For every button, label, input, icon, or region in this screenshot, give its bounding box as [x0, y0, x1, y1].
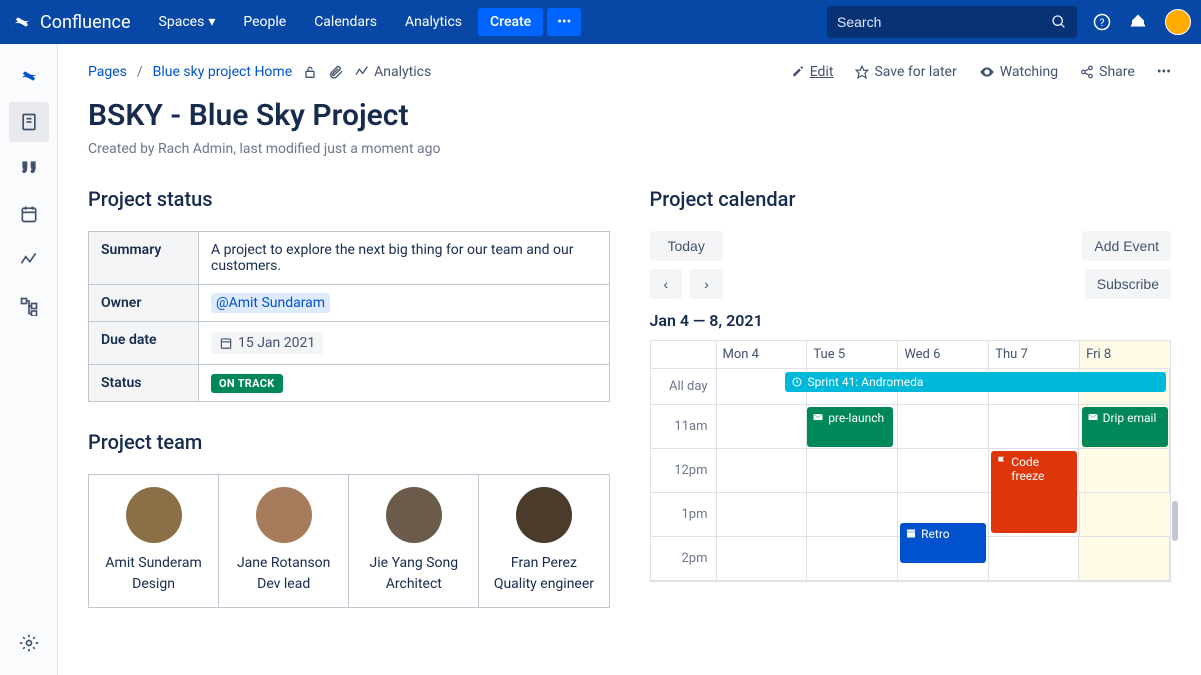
search-box[interactable]	[827, 6, 1077, 38]
due-date-chip[interactable]: 15 Jan 2021	[211, 332, 323, 354]
summary-value: A project to explore the next big thing …	[199, 232, 610, 285]
page-content: Pages / Blue sky project Home Analytics …	[58, 44, 1201, 675]
sidebar-settings[interactable]	[9, 623, 49, 663]
breadcrumb-parent[interactable]: Blue sky project Home	[153, 64, 292, 80]
right-column: Project calendar Today ‹ › Add Event Sub…	[650, 187, 1172, 608]
event-drip[interactable]: Drip email	[1082, 407, 1168, 447]
nav-more-button[interactable]: •••	[547, 8, 581, 36]
create-button[interactable]: Create	[478, 8, 543, 36]
sidebar-blog[interactable]	[9, 148, 49, 188]
search-input[interactable]	[837, 14, 1051, 30]
calendar-icon	[219, 336, 233, 350]
page-title: BSKY - Blue Sky Project	[88, 98, 1171, 133]
nav-people[interactable]: People	[231, 8, 298, 36]
calendar-controls: Today ‹ › Add Event Subscribe	[650, 231, 1172, 299]
prev-button[interactable]: ‹	[650, 269, 683, 299]
notifications-icon[interactable]	[1129, 13, 1147, 31]
sidebar-calendar[interactable]	[9, 194, 49, 234]
sidebar	[0, 44, 58, 675]
hour-label: 11am	[651, 405, 717, 448]
hour-label: 12pm	[651, 449, 717, 492]
sprint-icon	[791, 376, 803, 388]
sidebar-space-icon[interactable]	[9, 56, 49, 96]
help-icon[interactable]: ?	[1093, 13, 1111, 31]
team-card: Fran PerezQuality engineer	[479, 475, 608, 607]
brand-text: Confluence	[40, 12, 131, 33]
team-grid: Amit SunderamDesign Jane RotansonDev lea…	[88, 474, 610, 608]
nav-items: Spaces ▾ People Calendars Analytics Crea…	[147, 8, 582, 36]
confluence-logo-icon	[10, 10, 34, 34]
subscribe-button[interactable]: Subscribe	[1085, 269, 1171, 299]
share-button[interactable]: Share	[1080, 64, 1135, 80]
owner-label: Owner	[89, 285, 199, 322]
team-avatar	[126, 487, 182, 543]
status-lozenge: ON TRACK	[211, 374, 283, 393]
edit-button[interactable]: Edit	[791, 64, 834, 80]
brand[interactable]: Confluence	[10, 10, 131, 34]
sidebar-tree[interactable]	[9, 286, 49, 326]
breadcrumb-pages[interactable]: Pages	[88, 64, 127, 80]
mail-icon	[812, 411, 824, 423]
allday-label: All day	[651, 369, 717, 404]
search-icon[interactable]	[1051, 14, 1067, 30]
day-header: Wed 6	[898, 341, 989, 368]
top-navigation: Confluence Spaces ▾ People Calendars Ana…	[0, 0, 1201, 44]
nav-spaces[interactable]: Spaces ▾	[147, 8, 228, 36]
left-column: Project status SummaryA project to explo…	[88, 187, 610, 608]
next-button[interactable]: ›	[690, 269, 723, 299]
hour-label: 1pm	[651, 493, 717, 536]
page-actions: Edit Save for later Watching Share •••	[791, 64, 1171, 80]
day-header: Fri 8	[1080, 341, 1170, 368]
mail-icon	[1087, 411, 1099, 423]
watching-button[interactable]: Watching	[979, 64, 1058, 80]
sidebar-analytics[interactable]	[9, 240, 49, 280]
page-header-row: Pages / Blue sky project Home Analytics …	[88, 64, 1171, 80]
chevron-down-icon: ▾	[208, 14, 215, 30]
attachments-icon[interactable]	[328, 64, 344, 80]
team-card: Amit SunderamDesign	[89, 475, 219, 607]
status-table: SummaryA project to explore the next big…	[88, 231, 610, 402]
page-meta: Created by Rach Admin, last modified jus…	[88, 141, 1171, 157]
summary-label: Summary	[89, 232, 199, 285]
calendar-grid: Mon 4 Tue 5 Wed 6 Thu 7 Fri 8 All day Sp…	[650, 340, 1172, 582]
allday-event[interactable]: Sprint 41: Andromeda	[785, 372, 1167, 392]
nav-icons: ?	[1093, 9, 1191, 35]
restrictions-icon[interactable]	[302, 64, 318, 80]
event-prelaunch[interactable]: pre-launch	[807, 407, 893, 447]
hour-label: 2pm	[651, 537, 717, 580]
user-avatar[interactable]	[1165, 9, 1191, 35]
team-avatar	[516, 487, 572, 543]
flag-icon	[996, 455, 1007, 467]
status-label: Status	[89, 365, 199, 402]
team-card: Jane RotansonDev lead	[219, 475, 349, 607]
svg-text:?: ?	[1100, 16, 1105, 29]
section-status-title: Project status	[88, 187, 610, 211]
calendar-icon	[905, 527, 917, 539]
day-header: Mon 4	[717, 341, 808, 368]
sidebar-pages[interactable]	[9, 102, 49, 142]
event-retro[interactable]: Retro	[900, 523, 986, 563]
more-actions-button[interactable]: •••	[1157, 64, 1171, 80]
dots-icon: •••	[557, 14, 571, 30]
owner-mention[interactable]: @Amit Sundaram	[211, 293, 330, 313]
section-team-title: Project team	[88, 430, 610, 454]
team-avatar	[386, 487, 442, 543]
breadcrumb-analytics[interactable]: Analytics	[354, 64, 431, 80]
day-header: Tue 5	[807, 341, 898, 368]
section-calendar-title: Project calendar	[650, 187, 1172, 211]
add-event-button[interactable]: Add Event	[1082, 231, 1171, 261]
scrollbar[interactable]	[1172, 501, 1178, 541]
team-card: Jie Yang SongArchitect	[349, 475, 479, 607]
nav-calendars[interactable]: Calendars	[302, 8, 389, 36]
team-avatar	[256, 487, 312, 543]
calendar-range: Jan 4 — 8, 2021	[650, 311, 1172, 330]
due-label: Due date	[89, 322, 199, 365]
day-header: Thu 7	[989, 341, 1080, 368]
today-button[interactable]: Today	[650, 231, 723, 261]
save-for-later-button[interactable]: Save for later	[855, 64, 956, 80]
nav-analytics[interactable]: Analytics	[393, 8, 474, 36]
